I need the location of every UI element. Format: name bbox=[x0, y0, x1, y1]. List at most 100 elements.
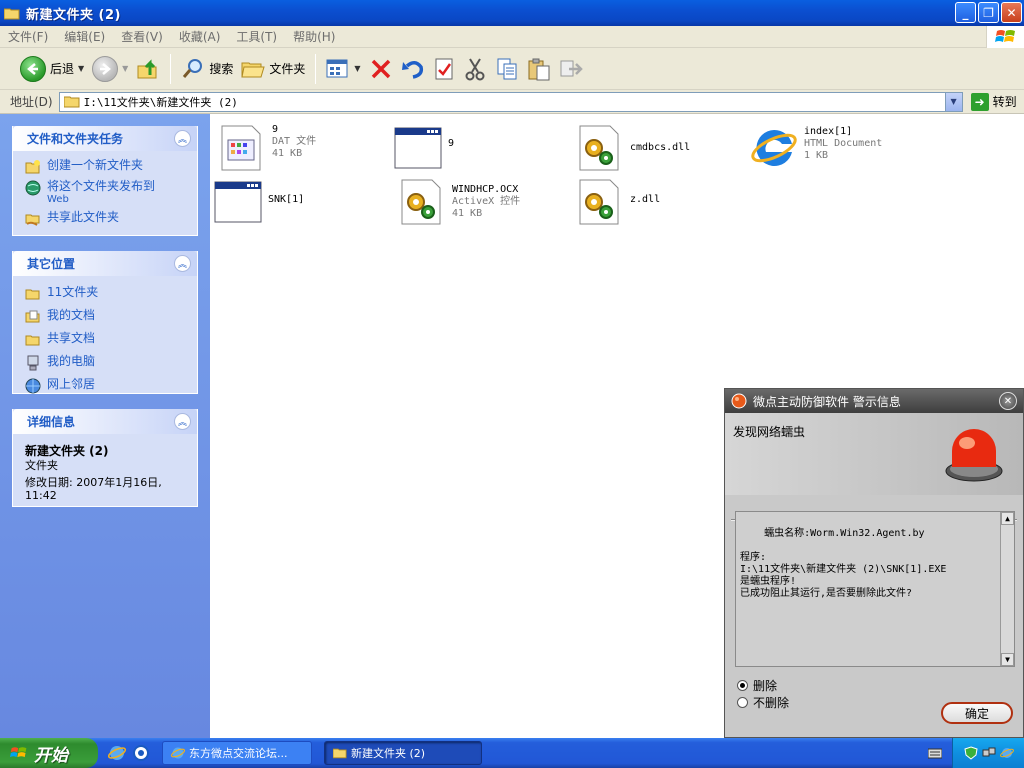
menu-help[interactable]: 帮助(H) bbox=[293, 28, 335, 45]
panel-header[interactable]: 详细信息 ︽ bbox=[13, 409, 197, 434]
task-label: 将这个文件夹发布到 bbox=[47, 179, 156, 193]
task-publish-web[interactable]: 将这个文件夹发布到 Web bbox=[25, 180, 187, 206]
place-label: 共享文档 bbox=[47, 331, 96, 345]
taskbar-item-folder[interactable]: 新建文件夹 (2) bbox=[324, 741, 482, 765]
close-button[interactable]: ✕ bbox=[1001, 2, 1022, 23]
task-new-folder[interactable]: 创建一个新文件夹 bbox=[25, 159, 187, 175]
panel-header[interactable]: 文件和文件夹任务 ︽ bbox=[13, 126, 197, 151]
alert-title: 微点主动防御软件 警示信息 bbox=[753, 394, 901, 409]
chevron-down-icon[interactable]: ▼ bbox=[122, 64, 128, 73]
back-button[interactable]: 后退 ▼ bbox=[16, 52, 88, 86]
scrollbar[interactable]: ▲ ▼ bbox=[1000, 512, 1014, 666]
system-tray bbox=[952, 738, 1024, 768]
move-to-icon bbox=[560, 60, 583, 76]
alert-subject: 发现网络蠕虫 bbox=[733, 425, 806, 439]
menu-file[interactable]: 文件(F) bbox=[8, 28, 48, 45]
file-name: WINDHCP.OCX bbox=[452, 184, 519, 195]
collapse-icon[interactable]: ︽ bbox=[174, 130, 191, 147]
views-icon bbox=[326, 59, 348, 77]
copy-button[interactable] bbox=[491, 52, 523, 86]
panel-header[interactable]: 其它位置 ︽ bbox=[13, 251, 197, 276]
file-item[interactable]: SNK[1] bbox=[214, 178, 304, 226]
place-11-folder[interactable]: 11文件夹 bbox=[25, 286, 187, 302]
file-item[interactable]: WINDHCP.OCX ActiveX 控件 41 KB bbox=[398, 178, 520, 226]
option-keep[interactable]: 不删除 bbox=[737, 694, 789, 711]
ie-html-icon bbox=[751, 129, 797, 166]
panel-title: 文件和文件夹任务 bbox=[27, 132, 124, 146]
place-label: 我的文档 bbox=[47, 308, 96, 322]
window-file-icon bbox=[394, 127, 442, 169]
menu-edit[interactable]: 编辑(E) bbox=[64, 28, 105, 45]
details-type: 文件夹 bbox=[25, 459, 58, 472]
taskbar-item-forum[interactable]: 东方微点交流论坛... bbox=[162, 741, 312, 765]
views-button[interactable]: ▼ bbox=[322, 52, 364, 86]
place-network[interactable]: 网上邻居 bbox=[25, 378, 187, 394]
radio-keep[interactable] bbox=[737, 697, 748, 708]
security-alert-dialog: 微点主动防御软件 警示信息 ✕ 发现网络蠕虫 蠕虫名称:Worm.Win32.A… bbox=[724, 388, 1024, 738]
file-name: SNK[1] bbox=[268, 194, 305, 205]
folders-button[interactable]: 文件夹 bbox=[237, 52, 309, 86]
minimize-button[interactable]: _ bbox=[955, 2, 976, 23]
delete-button[interactable] bbox=[365, 52, 397, 86]
back-label: 后退 bbox=[50, 62, 75, 76]
scroll-up-icon[interactable]: ▲ bbox=[1001, 512, 1014, 525]
paste-button[interactable] bbox=[523, 52, 555, 86]
menu-tools[interactable]: 工具(T) bbox=[236, 28, 277, 45]
dll-file-icon bbox=[401, 179, 441, 225]
file-item[interactable]: z.dll bbox=[576, 178, 660, 226]
chevron-down-icon[interactable]: ▼ bbox=[944, 92, 962, 111]
properties-button[interactable] bbox=[429, 52, 459, 86]
shield-tray-icon[interactable] bbox=[963, 746, 978, 760]
address-label: 地址(D) bbox=[10, 95, 53, 109]
menu-favorites[interactable]: 收藏(A) bbox=[179, 28, 221, 45]
restore-button[interactable]: ❐ bbox=[978, 2, 999, 23]
scroll-down-icon[interactable]: ▼ bbox=[1001, 653, 1014, 666]
address-input[interactable]: I:\11文件夹\新建文件夹 (2) ▼ bbox=[58, 91, 963, 112]
place-shared-documents[interactable]: 共享文档 bbox=[25, 332, 187, 348]
up-folder-button[interactable] bbox=[132, 52, 164, 86]
option-delete[interactable]: 删除 bbox=[737, 677, 777, 694]
ok-button[interactable]: 确定 bbox=[941, 702, 1013, 724]
keyboard-icon[interactable] bbox=[928, 747, 942, 759]
alert-titlebar[interactable]: 微点主动防御软件 警示信息 ✕ bbox=[725, 389, 1023, 413]
radio-delete[interactable] bbox=[737, 680, 748, 691]
taskbar-item-label: 东方微点交流论坛... bbox=[189, 747, 288, 760]
search-icon bbox=[183, 58, 203, 78]
undo-button[interactable] bbox=[397, 52, 429, 86]
place-my-computer[interactable]: 我的电脑 bbox=[25, 355, 187, 371]
ie-tray-icon[interactable] bbox=[999, 746, 1014, 760]
file-item[interactable]: 9 DAT 文件 41 KB bbox=[218, 124, 316, 172]
close-icon[interactable]: ✕ bbox=[999, 392, 1017, 410]
place-my-documents[interactable]: 我的文档 bbox=[25, 309, 187, 325]
option-label: 删除 bbox=[753, 679, 778, 693]
folder-icon bbox=[25, 335, 40, 346]
file-item[interactable]: index[1] HTML Document 1 KB bbox=[750, 124, 882, 172]
window-titlebar[interactable]: 新建文件夹 (2) _ ❐ ✕ bbox=[0, 0, 1024, 26]
dll-file-icon bbox=[579, 125, 619, 171]
ie-icon[interactable] bbox=[108, 744, 126, 762]
collapse-icon[interactable]: ︽ bbox=[174, 255, 191, 272]
file-item[interactable]: 9 bbox=[394, 124, 454, 172]
cut-button[interactable] bbox=[459, 52, 491, 86]
task-label: 创建一个新文件夹 bbox=[47, 158, 144, 172]
my-computer-icon bbox=[27, 355, 39, 371]
back-arrow-icon bbox=[20, 55, 46, 82]
forward-button[interactable]: ▼ bbox=[88, 52, 132, 86]
task-share-folder[interactable]: 共享此文件夹 bbox=[25, 211, 187, 227]
window-title: 新建文件夹 (2) bbox=[26, 7, 121, 23]
start-button[interactable]: 开始 bbox=[0, 738, 98, 768]
file-name: z.dll bbox=[630, 194, 661, 205]
go-button[interactable]: ➜ 转到 bbox=[970, 92, 1017, 111]
search-button[interactable]: 搜索 bbox=[177, 52, 237, 86]
details-modified-time: 11:42 bbox=[25, 489, 57, 502]
alert-message-box[interactable]: 蠕虫名称:Worm.Win32.Agent.by 程序: I:\11文件夹\新建… bbox=[735, 511, 1015, 667]
chevron-down-icon[interactable]: ▼ bbox=[354, 64, 360, 73]
menu-view[interactable]: 查看(V) bbox=[121, 28, 163, 45]
collapse-icon[interactable]: ︽ bbox=[174, 413, 191, 430]
dat-file-icon bbox=[221, 125, 261, 171]
browser-shortcut-icon[interactable] bbox=[132, 744, 150, 762]
network-tray-icon[interactable] bbox=[982, 746, 996, 760]
move-to-button[interactable] bbox=[555, 52, 587, 86]
chevron-down-icon[interactable]: ▼ bbox=[78, 64, 84, 73]
file-item[interactable]: cmdbcs.dll bbox=[576, 124, 690, 172]
